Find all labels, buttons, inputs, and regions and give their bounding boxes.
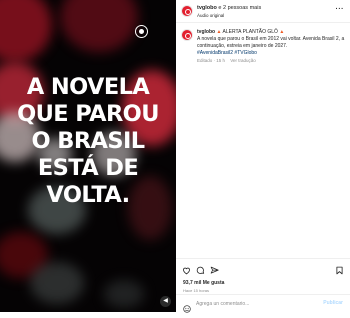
username-link[interactable]: tvglobo: [197, 5, 217, 11]
reel-video[interactable]: A NOVELA QUE PAROU O BRASIL ESTÁ DE VOLT…: [0, 0, 176, 312]
globo-logo-icon: [135, 25, 148, 38]
video-headline: A NOVELA QUE PAROU O BRASIL ESTÁ DE VOLT…: [0, 74, 176, 209]
bokeh-light: [0, 0, 52, 62]
caption-alert: ALERTA PLANTÃO GLÔ: [222, 29, 278, 35]
headline-line: QUE PAROU: [17, 101, 159, 127]
publish-button[interactable]: Publicar: [323, 300, 343, 306]
fire-icon: ▲: [279, 29, 285, 35]
post-time[interactable]: Hace 15 horas: [183, 288, 209, 293]
more-horizontal-icon[interactable]: ···: [336, 6, 345, 13]
volume-icon[interactable]: ◀: [160, 296, 171, 307]
bokeh-light: [104, 280, 144, 308]
likes-count[interactable]: 93,7 mil Me gusta: [183, 280, 224, 286]
headline-line: O BRASIL: [31, 128, 146, 154]
audio-link[interactable]: Áudio original: [197, 13, 224, 18]
heart-icon[interactable]: [182, 266, 191, 275]
headline-line: VOLTA.: [46, 182, 130, 208]
caption-body: A novela que parou o Brasil em 2012 vai …: [197, 36, 345, 49]
hashtags[interactable]: #AvenidaBrasil2 #TVGlobo: [197, 50, 257, 56]
headline-line: A NOVELA: [26, 74, 150, 100]
emoji-icon[interactable]: [183, 300, 191, 313]
comment-icon[interactable]: [196, 266, 205, 275]
comment-bar: Publicar: [176, 294, 350, 313]
post-header: tvglobo e 2 pessoas mais Áudio original …: [176, 0, 350, 23]
comment-input[interactable]: [196, 299, 321, 308]
fire-icon: ▲: [216, 29, 222, 35]
edited-label: Editado · 15 h: [197, 58, 226, 63]
collaborators-text[interactable]: e 2 pessoas mais: [218, 5, 261, 11]
caption-username[interactable]: tvglobo: [197, 29, 215, 35]
caption-avatar[interactable]: [181, 29, 193, 41]
caption-meta: Editado · 15 h Ver tradução: [197, 58, 256, 63]
translate-link[interactable]: Ver tradução: [230, 58, 256, 63]
avatar[interactable]: [181, 5, 193, 17]
bokeh-light: [60, 0, 138, 52]
share-icon[interactable]: [210, 266, 219, 275]
bokeh-light: [30, 262, 84, 304]
save-icon[interactable]: [335, 266, 344, 275]
headline-line: ESTÁ DE: [37, 155, 139, 181]
header-title: tvglobo e 2 pessoas mais: [197, 5, 261, 11]
post-caption: tvglobo ▲ ALERTA PLANTÃO GLÔ ▲ A novela …: [197, 29, 347, 57]
post-panel: tvglobo e 2 pessoas mais Áudio original …: [176, 0, 350, 313]
